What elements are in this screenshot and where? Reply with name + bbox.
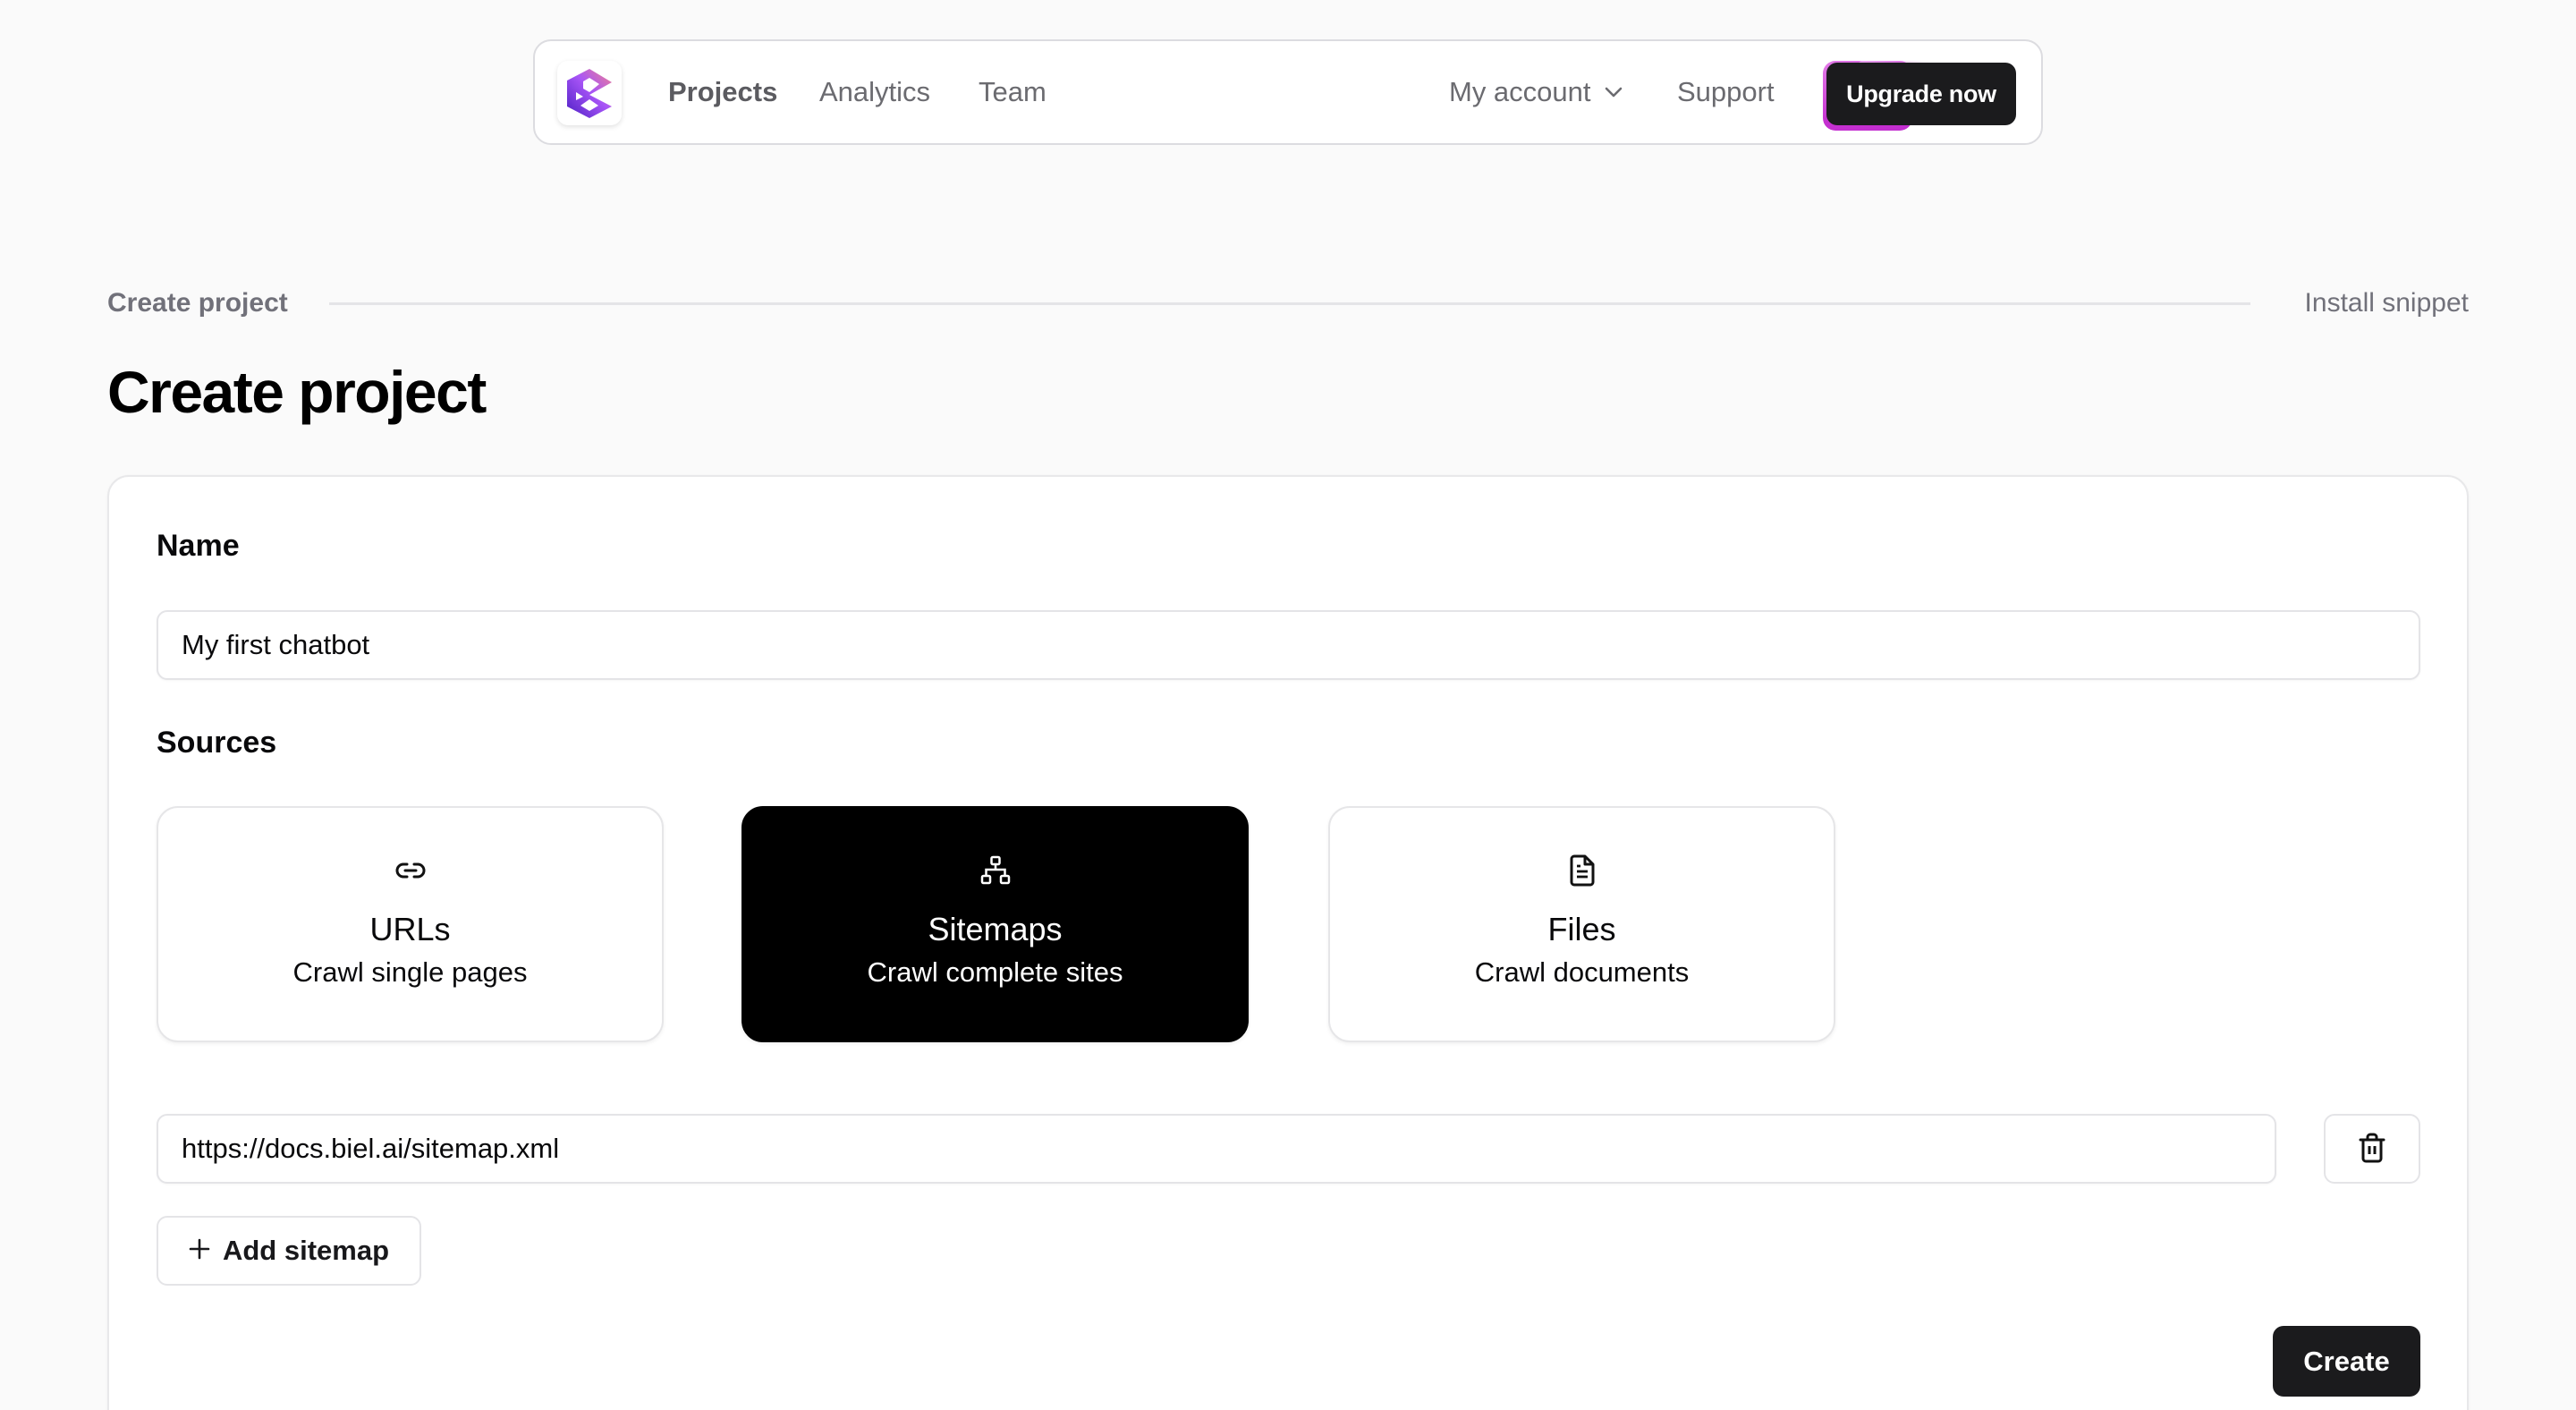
step-divider — [329, 302, 2250, 305]
source-option-sitemaps[interactable]: Sitemaps Crawl complete sites — [741, 806, 1249, 1042]
stepper: Create project Install snippet — [107, 283, 2469, 324]
nav-team[interactable]: Team — [979, 41, 1046, 143]
add-sitemap-button[interactable]: Add sitemap — [157, 1216, 421, 1286]
source-subtitle: Crawl complete sites — [867, 956, 1123, 988]
create-project-form: Name Sources URLs Crawl single pages Sit… — [107, 475, 2469, 1410]
delete-sitemap-button[interactable] — [2324, 1114, 2420, 1184]
my-account-label: My account — [1449, 76, 1591, 107]
upgrade-wrapper: Upgrade now — [1823, 61, 2018, 131]
logo-link[interactable] — [557, 61, 622, 125]
biel-logo-icon — [567, 69, 612, 118]
source-subtitle: Crawl single pages — [292, 956, 528, 988]
upgrade-now-button[interactable]: Upgrade now — [1826, 63, 2016, 125]
sitemap-url-input[interactable] — [157, 1114, 2276, 1184]
sitemap-icon — [980, 853, 1011, 888]
nav-analytics[interactable]: Analytics — [819, 41, 930, 143]
nav-support[interactable]: Support — [1677, 41, 1775, 143]
file-text-icon — [1570, 853, 1595, 888]
create-button[interactable]: Create — [2273, 1326, 2420, 1397]
project-name-input[interactable] — [157, 610, 2420, 680]
nav-projects[interactable]: Projects — [668, 41, 777, 143]
top-navbar: Projects Analytics Team My account Suppo… — [533, 39, 2043, 145]
sources-label: Sources — [157, 726, 277, 760]
chevron-down-icon — [1604, 86, 1623, 98]
plus-icon — [189, 1235, 210, 1267]
step-create-project: Create project — [107, 288, 288, 318]
step-install-snippet: Install snippet — [2304, 288, 2469, 318]
trash-icon — [2359, 1133, 2385, 1166]
source-subtitle: Crawl documents — [1474, 956, 1690, 988]
page-title: Create project — [107, 359, 487, 425]
name-label: Name — [157, 529, 240, 563]
source-title: URLs — [369, 911, 451, 947]
source-title: Files — [1547, 911, 1616, 947]
source-option-urls[interactable]: URLs Crawl single pages — [157, 806, 664, 1042]
source-title: Sitemaps — [928, 911, 1063, 947]
source-option-files[interactable]: Files Crawl documents — [1328, 806, 1835, 1042]
add-sitemap-label: Add sitemap — [222, 1235, 390, 1266]
my-account-dropdown[interactable]: My account — [1449, 41, 1623, 143]
link-icon — [395, 853, 426, 888]
